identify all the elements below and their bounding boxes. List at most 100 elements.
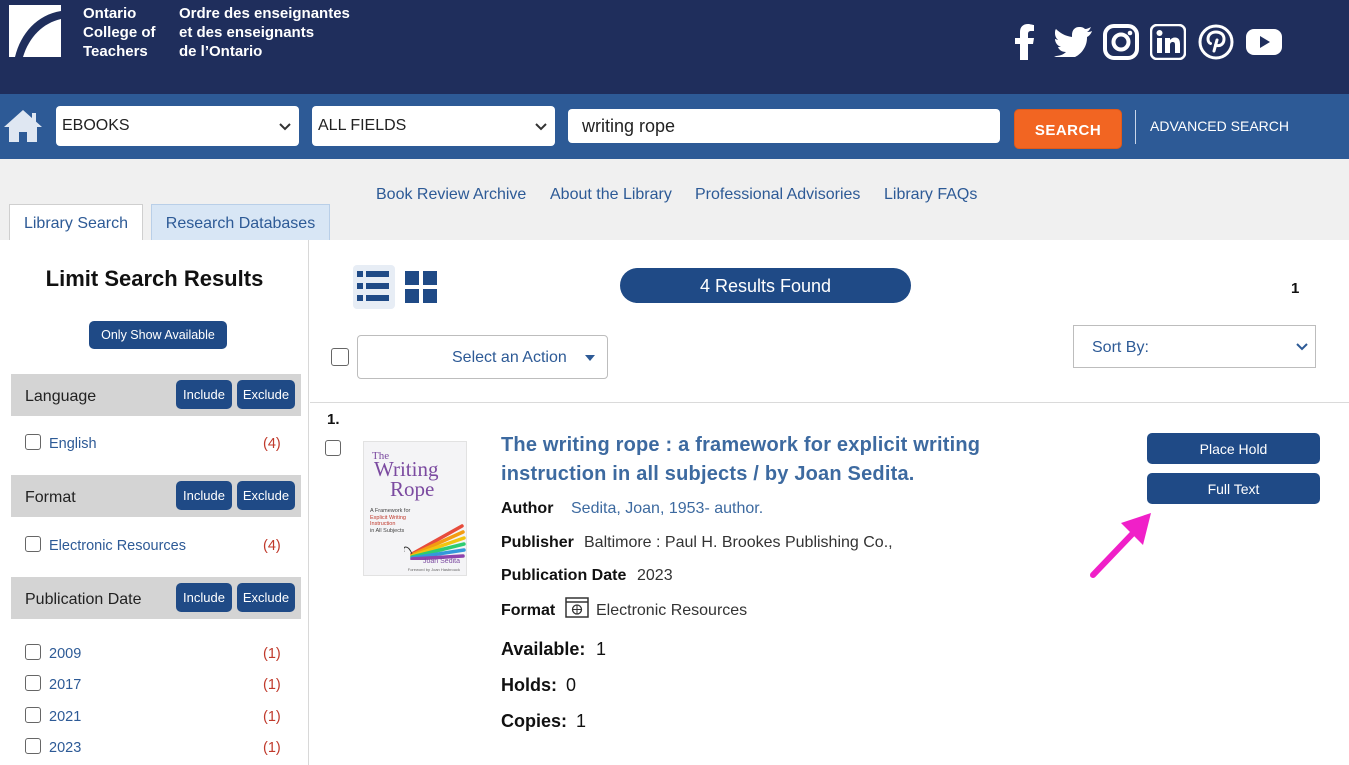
copies-value: 1 — [576, 711, 587, 731]
holds-label: Holds: — [501, 675, 557, 695]
facet-option-label[interactable]: 2023 — [49, 740, 81, 756]
electronic-resource-icon — [565, 597, 589, 618]
facet-checkbox[interactable] — [25, 644, 41, 660]
available-label: Available: — [501, 639, 586, 659]
nav-link-professional-advisories[interactable]: Professional Advisories — [695, 186, 860, 204]
field-value: ALL FIELDS — [318, 117, 407, 134]
facet-checkbox[interactable] — [25, 536, 41, 552]
divider — [1135, 110, 1136, 144]
sidebar-title: Limit Search Results — [45, 266, 264, 291]
caret-down-icon — [585, 355, 595, 361]
logo-line: Ontario — [83, 5, 137, 22]
annotation-arrow-icon — [1090, 513, 1151, 578]
publication-date-value: 2023 — [637, 567, 673, 584]
facet-option-label[interactable]: English — [49, 436, 97, 452]
place-hold-button[interactable]: Place Hold — [1147, 433, 1320, 464]
book-cover[interactable]: The Writing Rope A Framework for Explici… — [363, 441, 467, 576]
chevron-down-icon — [279, 123, 291, 131]
include-button[interactable]: Include — [176, 380, 232, 409]
author-label: Author — [501, 500, 554, 517]
cover-text: Writing — [374, 457, 439, 481]
tab-library-search[interactable]: Library Search — [9, 204, 143, 240]
nav-link-about-library[interactable]: About the Library — [550, 186, 672, 204]
logo-text-english[interactable]: Ontario College of Teachers — [83, 4, 156, 61]
list-view-button[interactable] — [353, 265, 395, 309]
record-checkbox[interactable] — [325, 440, 341, 456]
facet-checkbox[interactable] — [25, 738, 41, 754]
list-view-icon — [357, 271, 389, 301]
facet-option-label[interactable]: Electronic Resources — [49, 538, 186, 554]
holds-value: 0 — [566, 675, 577, 695]
facet-count: (1) — [263, 646, 281, 662]
logo-text-french[interactable]: Ordre des enseignantes et des enseignant… — [179, 4, 350, 61]
logo-line: Ordre des enseignantes — [179, 5, 350, 22]
format-value: Electronic Resources — [596, 602, 748, 619]
cover-text: Foreword by Joan Hasbrouck — [407, 567, 460, 572]
results-count-badge: 4 Results Found — [620, 268, 911, 303]
instagram-icon[interactable] — [1102, 22, 1140, 62]
logo-line: Teachers — [83, 43, 148, 60]
sort-select-label: Sort By: — [1092, 339, 1149, 356]
action-select-label: Select an Action — [452, 349, 567, 366]
facet-title: Language — [25, 388, 97, 405]
search-input[interactable]: writing rope — [568, 109, 1000, 143]
action-select[interactable]: Select an Action — [357, 335, 608, 379]
facet-header-language: Language Include Exclude — [11, 374, 301, 416]
tab-research-databases[interactable]: Research Databases — [151, 204, 330, 240]
youtube-icon[interactable] — [1244, 22, 1284, 62]
cover-text: A Framework for — [370, 508, 411, 514]
linkedin-icon[interactable] — [1149, 22, 1187, 62]
grid-view-icon[interactable] — [404, 270, 438, 304]
facet-title: Format — [25, 489, 76, 506]
nav-link-book-review-archive[interactable]: Book Review Archive — [376, 186, 526, 204]
record-title-link[interactable]: The writing rope : a framework for expli… — [501, 431, 1061, 489]
nav-link-library-faqs[interactable]: Library FAQs — [884, 186, 977, 204]
facet-count: (1) — [263, 709, 281, 725]
cover-text: Rope — [390, 477, 435, 501]
author-link[interactable]: Sedita, Joan, 1953- author. — [571, 500, 763, 518]
facebook-icon[interactable] — [1012, 22, 1038, 62]
facet-count: (4) — [263, 436, 281, 452]
collection-select[interactable]: EBOOKS — [56, 106, 299, 146]
college-logo-icon[interactable] — [9, 5, 61, 57]
facet-option-label[interactable]: 2017 — [49, 677, 81, 693]
include-button[interactable]: Include — [176, 481, 232, 510]
facet-header-publication-date: Publication Date Include Exclude — [11, 577, 301, 619]
format-label: Format — [501, 602, 556, 619]
full-text-button[interactable]: Full Text — [1147, 473, 1320, 504]
facet-checkbox[interactable] — [25, 434, 41, 450]
available-value: 1 — [596, 639, 607, 659]
facet-count: (1) — [263, 677, 281, 693]
twitter-icon[interactable] — [1053, 22, 1093, 62]
exclude-button[interactable]: Exclude — [237, 380, 295, 409]
select-all-checkbox[interactable] — [331, 348, 349, 366]
page-number[interactable]: 1 — [1291, 280, 1299, 297]
facet-checkbox[interactable] — [25, 707, 41, 723]
include-button[interactable]: Include — [176, 583, 232, 612]
home-icon[interactable] — [3, 108, 43, 144]
publisher-value: Baltimore : Paul H. Brookes Publishing C… — [584, 534, 893, 551]
copies-label: Copies: — [501, 711, 568, 731]
facet-option-label[interactable]: 2009 — [49, 646, 81, 662]
search-button[interactable]: SEARCH — [1014, 109, 1122, 149]
divider — [310, 402, 1349, 403]
facet-count: (1) — [263, 740, 281, 756]
pinterest-icon[interactable] — [1197, 22, 1235, 62]
facet-title: Publication Date — [25, 591, 142, 608]
only-show-available-button[interactable]: Only Show Available — [89, 321, 227, 349]
exclude-button[interactable]: Exclude — [237, 481, 295, 510]
facet-checkbox[interactable] — [25, 675, 41, 691]
field-select[interactable]: ALL FIELDS — [312, 106, 555, 146]
sort-select[interactable]: Sort By: — [1073, 325, 1316, 368]
logo-line: College of — [83, 24, 156, 41]
facet-option-label[interactable]: 2021 — [49, 709, 81, 725]
record-number: 1. — [327, 411, 340, 428]
advanced-search-link[interactable]: ADVANCED SEARCH — [1150, 118, 1289, 134]
cover-text: Joan Sedita — [423, 558, 460, 565]
facet-count: (4) — [263, 538, 281, 554]
chevron-down-icon — [1296, 343, 1308, 351]
logo-line: et des enseignants — [179, 24, 315, 41]
exclude-button[interactable]: Exclude — [237, 583, 295, 612]
logo-line: de l’Ontario — [179, 43, 263, 60]
facet-header-format: Format Include Exclude — [11, 475, 301, 517]
